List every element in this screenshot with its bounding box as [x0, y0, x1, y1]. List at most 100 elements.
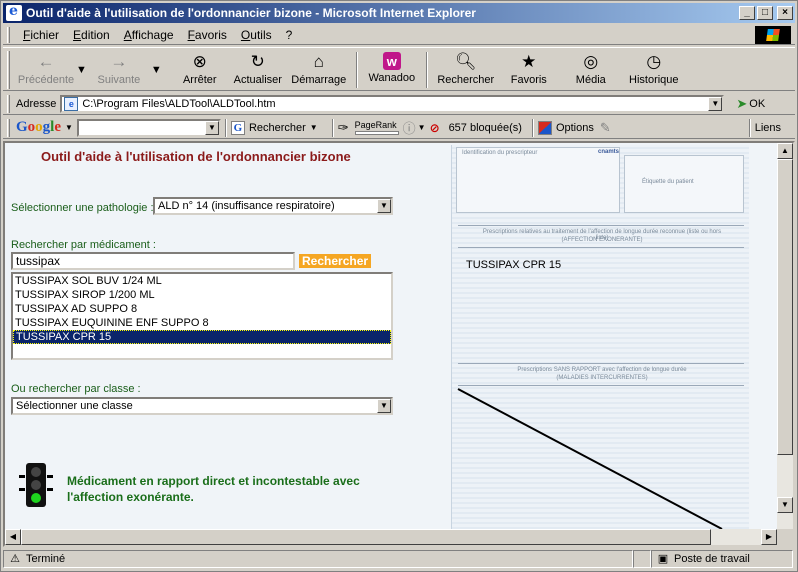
- home-button[interactable]: ⌂ Démarrage: [288, 48, 350, 90]
- address-label: Adresse: [16, 97, 57, 110]
- wanadoo-icon: w: [382, 52, 401, 70]
- section-exonerante-sub: (AFFECTION EXONERANTE): [561, 237, 643, 243]
- horizontal-scrollbar[interactable]: ◀ ▶: [5, 529, 777, 545]
- refresh-icon: ↻: [250, 52, 265, 71]
- info-icon[interactable]: ⓘ: [403, 118, 416, 137]
- chevron-down-icon[interactable]: ▼: [377, 399, 391, 413]
- menu-edition[interactable]: Edition: [66, 28, 117, 42]
- toolbar-grip[interactable]: [7, 118, 10, 137]
- scroll-right-icon[interactable]: ▶: [761, 529, 777, 545]
- back-button[interactable]: ← Précédente: [16, 48, 76, 90]
- google-search-dropdown-icon[interactable]: ▼: [310, 123, 318, 132]
- google-menu-dropdown-icon[interactable]: ▼: [65, 123, 73, 132]
- toolbar-separator: [425, 52, 428, 88]
- highlight-icon[interactable]: ✎: [600, 120, 611, 136]
- windows-logo-icon: [755, 26, 791, 44]
- browser-window: Outil d'aide à l'utilisation de l'ordonn…: [0, 0, 798, 572]
- menu-fichier[interactable]: Fichier: [16, 28, 66, 42]
- google-logo[interactable]: Google: [16, 119, 61, 136]
- drug-search-input[interactable]: tussipax: [11, 252, 295, 270]
- search-label: Rechercher par médicament :: [11, 239, 156, 251]
- minimize-button[interactable]: _: [739, 6, 755, 20]
- page-done-icon: ⚠: [10, 553, 20, 565]
- traffic-light-green-icon: [19, 463, 53, 507]
- toolbar-separator: [748, 118, 751, 137]
- list-item[interactable]: TUSSIPAX SOL BUV 1/24 ML: [13, 274, 391, 288]
- ie-logo-icon: [6, 3, 22, 21]
- page-title: Outil d'aide à l'utilisation de l'ordonn…: [41, 149, 351, 164]
- prescriber-box: [456, 147, 620, 213]
- class-select[interactable]: Sélectionner une classe ▼: [11, 397, 393, 415]
- maximize-button[interactable]: □: [757, 6, 773, 20]
- list-item[interactable]: TUSSIPAX SIROP 1/200 ML: [13, 288, 391, 302]
- google-g-icon: G: [230, 120, 245, 135]
- options-button[interactable]: Options: [537, 120, 594, 135]
- drug-results-list[interactable]: TUSSIPAX SOL BUV 1/24 ML TUSSIPAX SIROP …: [11, 272, 393, 360]
- pagerank-indicator[interactable]: PageRank: [354, 120, 399, 135]
- divider: [458, 363, 744, 364]
- stop-button[interactable]: ⊗ Arrêter: [172, 48, 228, 90]
- back-arrow-icon: ←: [37, 52, 55, 71]
- vertical-scrollbar[interactable]: ▲ ▼: [777, 143, 793, 529]
- vertical-scroll-thumb[interactable]: [777, 159, 793, 455]
- menu-outils[interactable]: Outils: [234, 28, 279, 42]
- ordonnance-form-preview: Identification du prescripteur cnamts Ét…: [451, 145, 749, 529]
- address-input[interactable]: e C:\Program Files\ALDTool\ALDTool.htm ▼: [60, 94, 725, 113]
- toolbar-separator: [355, 52, 358, 88]
- links-button[interactable]: Liens: [755, 122, 781, 134]
- list-item[interactable]: TUSSIPAX AD SUPPO 8: [13, 302, 391, 316]
- zone-pane: ▣ Poste de travail: [651, 550, 793, 568]
- toolbar-grip[interactable]: [7, 94, 10, 113]
- google-search-button[interactable]: G Rechercher ▼: [230, 120, 322, 135]
- news-button[interactable]: ✑: [338, 120, 349, 136]
- back-dropdown-icon[interactable]: ▼: [76, 64, 87, 76]
- my-computer-icon: ▣: [657, 553, 669, 565]
- patient-label: Étiquette du patient: [642, 179, 694, 185]
- address-url: C:\Program Files\ALDTool\ALDTool.htm: [82, 97, 276, 110]
- scroll-up-icon[interactable]: ▲: [777, 143, 793, 159]
- horizontal-scroll-thumb[interactable]: [21, 529, 711, 545]
- chevron-down-icon[interactable]: ▼: [377, 199, 391, 213]
- green-light-legend: Médicament en rapport direct et incontes…: [67, 474, 360, 504]
- forward-button[interactable]: → Suivante: [87, 48, 151, 90]
- google-search-input[interactable]: ▼: [76, 118, 221, 137]
- title-bar[interactable]: Outil d'aide à l'utilisation de l'ordonn…: [3, 3, 795, 23]
- media-button[interactable]: ◎ Média: [560, 48, 622, 90]
- list-item-selected[interactable]: TUSSIPAX CPR 15: [13, 330, 391, 344]
- divider: [458, 225, 744, 226]
- popup-blocker-button[interactable]: ⊘ 657 bloquée(s): [430, 121, 522, 135]
- address-bar: Adresse e C:\Program Files\ALDTool\ALDTo…: [3, 93, 795, 115]
- go-button[interactable]: ➤ OK: [736, 96, 765, 112]
- list-item[interactable]: TUSSIPAX EUQUININE ENF SUPPO 8: [13, 316, 391, 330]
- page-icon: e: [64, 96, 79, 111]
- refresh-button[interactable]: ↻ Actualiser: [228, 48, 288, 90]
- menu-bar: Fichier Edition Affichage Favoris Outils…: [3, 25, 795, 45]
- toolbar-grip[interactable]: [7, 26, 10, 43]
- pathology-select[interactable]: ALD n° 14 (insuffisance respiratoire) ▼: [153, 197, 393, 215]
- search-button[interactable]: 🔍︎ Rechercher: [434, 48, 498, 90]
- drug-search-button[interactable]: Rechercher: [299, 254, 372, 268]
- prescriber-label: Identification du prescripteur: [462, 150, 538, 156]
- favorites-button[interactable]: ★ Favoris: [498, 48, 560, 90]
- menu-affichage[interactable]: Affichage: [117, 28, 181, 42]
- pathology-label: Sélectionner une pathologie :: [11, 202, 154, 214]
- wanadoo-button[interactable]: w Wanadoo: [364, 48, 420, 90]
- menu-help[interactable]: ?: [279, 28, 300, 42]
- window-title: Outil d'aide à l'utilisation de l'ordonn…: [26, 6, 476, 20]
- scroll-left-icon[interactable]: ◀: [5, 529, 21, 545]
- address-dropdown-icon[interactable]: ▼: [708, 96, 723, 111]
- page-viewport: Outil d'aide à l'utilisation de l'ordonn…: [3, 141, 795, 547]
- status-bar: ⚠ Terminé ▣ Poste de travail: [3, 549, 795, 569]
- selected-drug-text: TUSSIPAX CPR 15: [466, 259, 562, 271]
- scroll-down-icon[interactable]: ▼: [777, 497, 793, 513]
- info-dropdown-icon[interactable]: ▼: [418, 123, 426, 132]
- close-button[interactable]: ×: [777, 6, 793, 20]
- stop-icon: ⊗: [192, 52, 207, 71]
- history-button[interactable]: ◷ Historique: [622, 48, 686, 90]
- menu-favoris[interactable]: Favoris: [181, 28, 234, 42]
- forward-arrow-icon: →: [110, 52, 128, 71]
- section-sans-rapport: Prescriptions SANS RAPPORT avec l'affect…: [517, 367, 687, 373]
- toolbar-grip[interactable]: [7, 51, 10, 89]
- forward-dropdown-icon[interactable]: ▼: [151, 64, 162, 76]
- google-search-dropdown-icon[interactable]: ▼: [204, 120, 219, 135]
